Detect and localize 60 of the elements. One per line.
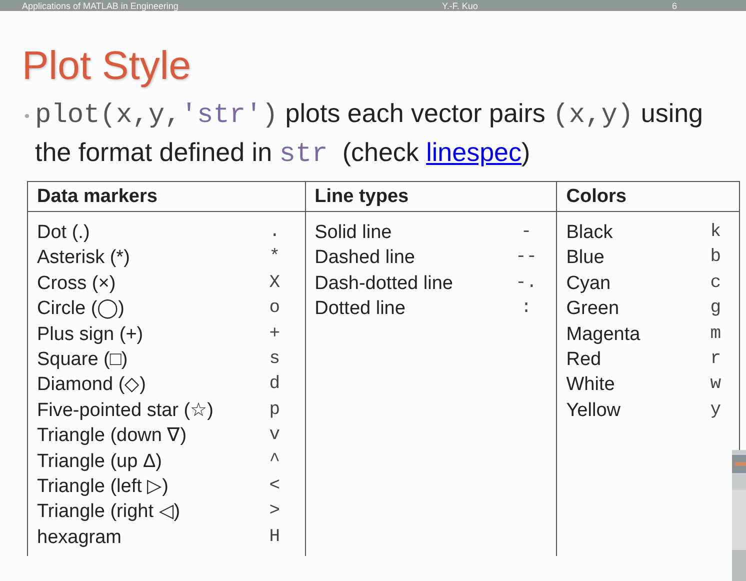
table-cell-text: Asterisk (*) [37, 246, 130, 270]
table-cell-text: Five-pointed star (☆) [37, 398, 214, 423]
table-cell-text: ^ [268, 450, 282, 473]
table-cell-text: Magenta [566, 322, 640, 347]
table-cell-text: Square (□) [37, 348, 128, 372]
page-number: 6 [672, 0, 678, 10]
table-cell-text: Cyan [566, 272, 611, 296]
table-cell-text: -- [514, 246, 538, 270]
table-cell-text: Triangle (down ∇) [37, 424, 187, 448]
table-cell-text: + [268, 322, 282, 346]
table-cell-text: p [268, 398, 282, 422]
table-cell-text: Solid line [314, 221, 392, 245]
table-cell-text: Blue [566, 246, 604, 270]
table-cell-text: * [268, 246, 282, 270]
table-cell-text: v [268, 424, 282, 448]
table-cell-text: Dotted line [314, 297, 406, 322]
table-cell-text: Black [566, 221, 613, 245]
table-cell-text: -. [514, 272, 538, 295]
table-cell-text: : [520, 297, 533, 320]
table-cell-text: w [709, 373, 721, 396]
table-cell-text: Dash-dotted line [314, 272, 453, 296]
table-cell-text: - [520, 221, 533, 244]
table-cell-text: > [268, 500, 282, 524]
table-cell-text: r [709, 348, 721, 371]
table-cell-text: b [709, 246, 721, 270]
table-cell-text: Dot (.) [37, 221, 90, 245]
bullet-text: plot(x,y,'str') plots each vector pairs (x,y) using the format defined in str (check linespec) [35, 97, 704, 172]
table-cell-text: X [268, 272, 282, 295]
table-cell-text: Triangle (right ◁) [37, 500, 180, 524]
table-cell-text: Plus sign (+) [37, 322, 144, 347]
column-heading: Colors [557, 182, 739, 212]
table-cell-text: c [709, 272, 721, 295]
table-cell-text: Yellow [566, 398, 620, 423]
bullet-icon [25, 114, 29, 118]
table-cell-text: Triangle (left ▷) [37, 474, 168, 499]
table-cell-text: Green [566, 297, 620, 322]
table-cell-text: d [268, 373, 282, 396]
column-heading: Line types [306, 182, 556, 212]
table-cell-text: Circle (◯) [37, 297, 124, 322]
slide-title: Plot Style [22, 44, 192, 88]
table-cell-text: Triangle (up Δ) [37, 450, 162, 474]
table-cell-text: Red [566, 348, 602, 372]
column-heading: Data markers [28, 182, 305, 212]
table-cell-text: < [268, 474, 282, 498]
linespec-link[interactable]: linespec [426, 137, 522, 167]
table-cell-text: o [268, 297, 282, 320]
table-cell-text: Diamond (◇) [37, 373, 146, 398]
table-cell-text: y [709, 398, 721, 422]
table-cell-text: hexagram [37, 526, 122, 550]
table-cell-text: g [709, 297, 721, 320]
author-name: Y.-F. Kuo [442, 0, 479, 10]
table-cell-text: m [709, 322, 721, 346]
table-cell-text: Dashed line [314, 246, 415, 270]
course-title: Applications of MATLAB in Engineering [22, 0, 180, 10]
table-cell-text: . [268, 221, 282, 244]
table-cell-text: s [268, 348, 282, 371]
table-cell-text: k [709, 221, 721, 244]
table-cell-text: H [268, 526, 282, 549]
table-cell-text: Cross (×) [37, 272, 116, 296]
table-cell-text: White [566, 373, 615, 398]
